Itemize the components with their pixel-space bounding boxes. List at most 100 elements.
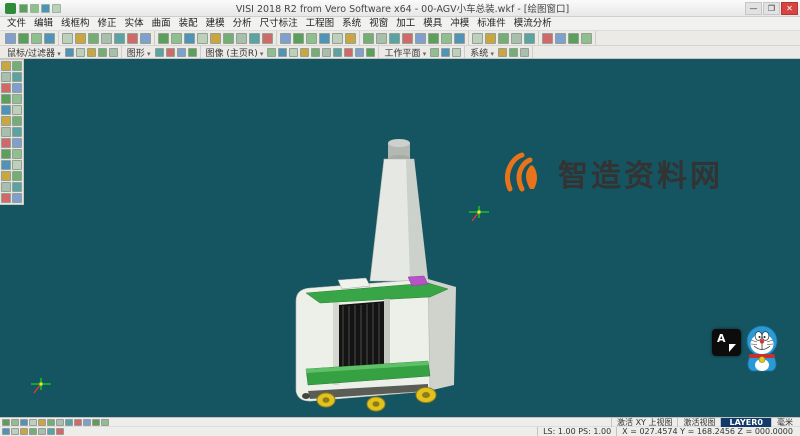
- menu-item-分析[interactable]: 分析: [229, 17, 256, 31]
- toolbar-icon[interactable]: [249, 33, 260, 44]
- menu-item-文件[interactable]: 文件: [3, 17, 30, 31]
- toolbar-icon[interactable]: [366, 48, 375, 57]
- toolbar-icon[interactable]: [47, 419, 55, 426]
- menu-item-模流分析[interactable]: 模流分析: [510, 17, 556, 31]
- toolbar-group-label[interactable]: 工作平面: [382, 46, 428, 59]
- toolbar-icon[interactable]: [20, 419, 28, 426]
- toolbar-icon[interactable]: [184, 33, 195, 44]
- toolbar-icon[interactable]: [38, 428, 46, 435]
- menu-item-修正[interactable]: 修正: [94, 17, 121, 31]
- toolbar-icon[interactable]: [12, 149, 22, 159]
- toolbar-icon[interactable]: [322, 48, 331, 57]
- toolbar-icon[interactable]: [98, 48, 107, 57]
- toolbar-icon[interactable]: [41, 4, 50, 13]
- toolbar-icon[interactable]: [332, 33, 343, 44]
- toolbar-icon[interactable]: [542, 33, 553, 44]
- toolbar-icon[interactable]: [114, 33, 125, 44]
- toolbar-icon[interactable]: [12, 61, 22, 71]
- toolbar-icon[interactable]: [1, 94, 11, 104]
- toolbar-icon[interactable]: [31, 33, 42, 44]
- toolbar-icon[interactable]: [441, 33, 452, 44]
- toolbar-group-label[interactable]: 图像 (主页R): [204, 46, 266, 59]
- menu-item-实体[interactable]: 实体: [121, 17, 148, 31]
- toolbar-icon[interactable]: [511, 33, 522, 44]
- toolbar-icon[interactable]: [101, 33, 112, 44]
- toolbar-icon[interactable]: [140, 33, 151, 44]
- toolbar-icon[interactable]: [524, 33, 535, 44]
- menu-item-模具[interactable]: 模具: [419, 17, 446, 31]
- toolbar-icon[interactable]: [44, 33, 55, 44]
- toolbar-icon[interactable]: [62, 33, 73, 44]
- toolbar-icon[interactable]: [293, 33, 304, 44]
- toolbar-icon[interactable]: [345, 33, 356, 44]
- toolbar-icon[interactable]: [568, 33, 579, 44]
- toolbar-icon[interactable]: [188, 48, 197, 57]
- toolbar-icon[interactable]: [1, 171, 11, 181]
- toolbar-icon[interactable]: [355, 48, 364, 57]
- toolbar-icon[interactable]: [87, 48, 96, 57]
- toolbar-icon[interactable]: [197, 33, 208, 44]
- toolbar-icon[interactable]: [509, 48, 518, 57]
- toolbar-icon[interactable]: [1, 105, 11, 115]
- toolbar-group-label[interactable]: 鼠标/过滤器: [5, 46, 63, 59]
- toolbar-icon[interactable]: [555, 33, 566, 44]
- toolbar-icon[interactable]: [52, 4, 61, 13]
- toolbar-icon[interactable]: [441, 48, 450, 57]
- toolbar-icon[interactable]: [177, 48, 186, 57]
- toolbar-icon[interactable]: [74, 419, 82, 426]
- menu-item-系统[interactable]: 系统: [338, 17, 365, 31]
- toolbar-icon[interactable]: [236, 33, 247, 44]
- toolbar-icon[interactable]: [12, 160, 22, 170]
- toolbar-icon[interactable]: [65, 48, 74, 57]
- toolbar-icon[interactable]: [472, 33, 483, 44]
- toolbar-icon[interactable]: [88, 33, 99, 44]
- toolbar-icon[interactable]: [56, 419, 64, 426]
- toolbar-icon[interactable]: [262, 33, 273, 44]
- toolbar-icon[interactable]: [166, 48, 175, 57]
- toolbar-icon[interactable]: [319, 33, 330, 44]
- menu-item-曲面[interactable]: 曲面: [148, 17, 175, 31]
- toolbar-icon[interactable]: [47, 428, 55, 435]
- toolbar-group-label[interactable]: 图形: [125, 46, 153, 59]
- toolbar-icon[interactable]: [363, 33, 374, 44]
- toolbar-icon[interactable]: [333, 48, 342, 57]
- toolbar-icon[interactable]: [12, 171, 22, 181]
- toolbar-icon[interactable]: [101, 419, 109, 426]
- toolbar-icon[interactable]: [311, 48, 320, 57]
- toolbar-icon[interactable]: [498, 33, 509, 44]
- toolbar-icon[interactable]: [29, 419, 37, 426]
- menu-item-标准件[interactable]: 标准件: [473, 17, 510, 31]
- toolbar-icon[interactable]: [210, 33, 221, 44]
- toolbar-icon[interactable]: [485, 33, 496, 44]
- toolbar-icon[interactable]: [402, 33, 413, 44]
- menu-item-尺寸标注[interactable]: 尺寸标注: [256, 17, 302, 31]
- toolbar-icon[interactable]: [376, 33, 387, 44]
- toolbar-icon[interactable]: [11, 428, 19, 435]
- toolbar-icon[interactable]: [29, 428, 37, 435]
- toolbar-icon[interactable]: [2, 428, 10, 435]
- toolbar-icon[interactable]: [12, 193, 22, 203]
- toolbar-icon[interactable]: [581, 33, 592, 44]
- toolbar-icon[interactable]: [171, 33, 182, 44]
- menu-item-线框构[interactable]: 线框构: [57, 17, 94, 31]
- toolbar-icon[interactable]: [12, 72, 22, 82]
- minimize-button[interactable]: —: [745, 2, 762, 15]
- toolbar-icon[interactable]: [155, 48, 164, 57]
- toolbar-icon[interactable]: [280, 33, 291, 44]
- toolbar-icon[interactable]: [278, 48, 287, 57]
- toolbar-icon[interactable]: [127, 33, 138, 44]
- toolbar-icon[interactable]: [1, 193, 11, 203]
- toolbar-icon[interactable]: [30, 4, 39, 13]
- toolbar-icon[interactable]: [12, 127, 22, 137]
- toolbar-icon[interactable]: [430, 48, 439, 57]
- toolbar-icon[interactable]: [267, 48, 276, 57]
- toolbar-icon[interactable]: [38, 419, 46, 426]
- menu-item-建模[interactable]: 建模: [202, 17, 229, 31]
- toolbar-icon[interactable]: [76, 48, 85, 57]
- menu-item-装配[interactable]: 装配: [175, 17, 202, 31]
- toolbar-icon[interactable]: [11, 419, 19, 426]
- toolbar-icon[interactable]: [2, 419, 10, 426]
- close-button[interactable]: ✕: [781, 2, 798, 15]
- toolbar-icon[interactable]: [344, 48, 353, 57]
- toolbar-icon[interactable]: [1, 72, 11, 82]
